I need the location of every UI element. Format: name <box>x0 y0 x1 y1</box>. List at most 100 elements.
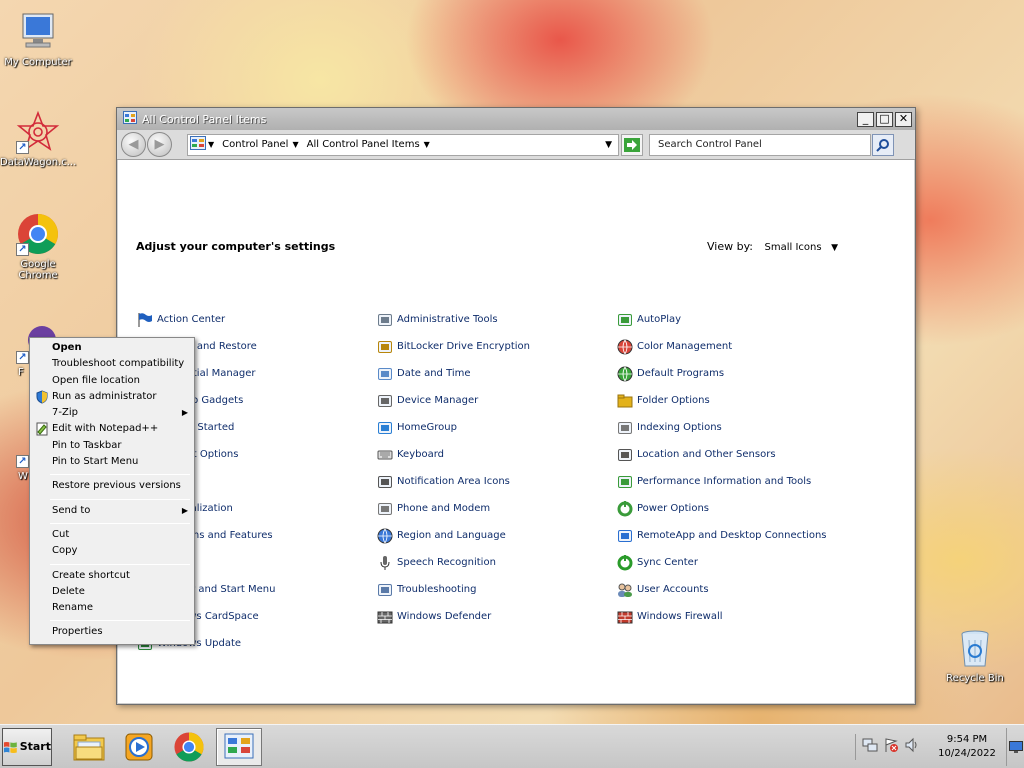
action-center-icon[interactable] <box>883 737 899 756</box>
arrow-right-icon: ▶ <box>154 137 165 152</box>
cp-item-flag[interactable]: Action Center <box>137 306 275 333</box>
cp-item-indexing[interactable]: Indexing Options <box>617 414 827 441</box>
view-by-value[interactable]: Small Icons <box>765 242 822 253</box>
menu-separator <box>50 474 190 476</box>
menu-item-rename[interactable]: Rename <box>32 600 192 616</box>
desktop-icon-recycle-bin[interactable]: Recycle Bin <box>937 626 1013 684</box>
search-button[interactable] <box>872 133 894 156</box>
volume-icon[interactable] <box>904 737 920 756</box>
cp-item-label: Folder Options <box>637 395 710 406</box>
menu-separator <box>50 498 190 500</box>
cp-item-admin-tools[interactable]: Administrative Tools <box>377 306 530 333</box>
breadcrumb-arrow-icon[interactable]: ▼ <box>292 140 298 149</box>
shortcut-arrow-icon: ↗ <box>16 351 29 364</box>
back-button[interactable]: ◀ <box>121 132 146 157</box>
menu-item-label: Open <box>52 342 82 353</box>
menu-item-delete[interactable]: Delete <box>32 584 192 600</box>
search-input[interactable] <box>649 133 871 156</box>
show-desktop-button[interactable] <box>1006 727 1024 766</box>
minimize-button[interactable]: _ <box>857 111 874 127</box>
menu-item-pin-to-start-menu[interactable]: Pin to Start Menu <box>32 454 192 470</box>
breadcrumb-arrow-icon[interactable]: ▼ <box>424 140 430 149</box>
cp-item-device-manager[interactable]: Device Manager <box>377 387 530 414</box>
notepad-icon <box>35 422 49 436</box>
cp-item-label: Sync Center <box>637 557 698 568</box>
menu-item-create-shortcut[interactable]: Create shortcut <box>32 568 192 584</box>
cp-item-microphone[interactable]: Speech Recognition <box>377 549 530 576</box>
menu-item-send-to[interactable]: Send to ▶ <box>32 503 192 519</box>
menu-item-restore-previous-versions[interactable]: Restore previous versions <box>32 478 192 494</box>
cp-item-keyboard[interactable]: Keyboard <box>377 441 530 468</box>
clock[interactable]: 9:54 PM 10/24/2022 <box>928 733 1006 761</box>
cp-item-label: Device Manager <box>397 395 479 406</box>
cp-item-label: Phone and Modem <box>397 503 491 514</box>
taskbar-media-player[interactable] <box>116 728 162 766</box>
taskbar-chrome[interactable] <box>166 728 212 766</box>
breadcrumb-all-items[interactable]: All Control Panel Items <box>307 139 420 150</box>
menu-item-label: Open file location <box>52 374 140 386</box>
cp-item-remoteapp[interactable]: RemoteApp and Desktop Connections <box>617 522 827 549</box>
menu-item-pin-to-taskbar[interactable]: Pin to Taskbar <box>32 438 192 454</box>
cp-item-firewall[interactable]: Windows Firewall <box>617 603 827 630</box>
media-player-icon <box>125 733 153 760</box>
cp-item-color[interactable]: Color Management <box>617 333 827 360</box>
cp-item-default-programs[interactable]: Default Programs <box>617 360 827 387</box>
cp-item-power[interactable]: Power Options <box>617 495 827 522</box>
keyboard-icon <box>377 447 393 463</box>
start-button[interactable]: Start <box>2 727 52 766</box>
view-by-control[interactable]: View by: Small Icons ▼ <box>707 240 838 253</box>
cp-item-label: Speech Recognition <box>397 557 496 568</box>
window-titlebar[interactable]: All Control Panel Items _ □ ✕ <box>117 108 915 130</box>
cp-item-autoplay[interactable]: AutoPlay <box>617 306 827 333</box>
menu-item-label: Copy <box>52 545 78 557</box>
menu-separator <box>50 563 190 565</box>
maximize-button[interactable]: □ <box>876 111 893 127</box>
menu-item-properties[interactable]: Properties <box>32 624 192 640</box>
cp-item-folder[interactable]: Folder Options <box>617 387 827 414</box>
menu-item-edit-with-notepad[interactable]: Edit with Notepad++ <box>32 421 192 437</box>
menu-item-label: Run as administrator <box>52 390 157 402</box>
cp-item-notification[interactable]: Notification Area Icons <box>377 468 530 495</box>
cp-item-homegroup[interactable]: HomeGroup <box>377 414 530 441</box>
taskbar-control-panel[interactable] <box>216 727 262 766</box>
cp-item-defender[interactable]: Windows Defender <box>377 603 530 630</box>
search-icon <box>876 138 889 152</box>
cp-item-phone[interactable]: Phone and Modem <box>377 495 530 522</box>
chevron-down-icon[interactable]: ▼ <box>831 243 838 253</box>
cp-item-users[interactable]: User Accounts <box>617 576 827 603</box>
desktop-icon-datawagon[interactable]: ↗ DataWagon.c... <box>0 110 76 168</box>
menu-item-label: Delete <box>52 585 85 597</box>
cp-item-clock[interactable]: Date and Time <box>377 360 530 387</box>
desktop-icon-label: DataWagon.c... <box>0 157 77 168</box>
cp-item-globe[interactable]: Region and Language <box>377 522 530 549</box>
menu-item-cut[interactable]: Cut <box>32 527 192 543</box>
breadcrumb-control-panel[interactable]: Control Panel <box>222 139 288 150</box>
network-icon[interactable] <box>862 737 878 756</box>
forward-button[interactable]: ▶ <box>147 132 172 157</box>
address-dropdown-icon[interactable]: ▼ <box>599 140 618 150</box>
cp-item-location[interactable]: Location and Other Sensors <box>617 441 827 468</box>
control-panel-icon <box>123 111 137 127</box>
close-button[interactable]: ✕ <box>895 111 912 127</box>
breadcrumb-arrow-icon[interactable]: ▼ <box>208 140 214 149</box>
desktop-icon-my-computer[interactable]: My Computer <box>0 10 76 68</box>
cp-item-bitlocker[interactable]: BitLocker Drive Encryption <box>377 333 530 360</box>
desktop-icon-google-chrome[interactable]: ↗ Google Chrome <box>0 212 76 281</box>
taskbar-explorer[interactable] <box>66 728 112 766</box>
address-bar[interactable]: ▼ Control Panel ▼ All Control Panel Item… <box>187 133 619 156</box>
menu-item-7-zip[interactable]: 7-Zip ▶ <box>32 405 192 421</box>
cp-item-label: Date and Time <box>397 368 471 379</box>
menu-item-run-as-administrator[interactable]: Run as administrator <box>32 389 192 405</box>
shield-icon <box>35 390 49 404</box>
refresh-button[interactable] <box>621 133 643 156</box>
menu-item-copy[interactable]: Copy <box>32 543 192 559</box>
menu-item-troubleshoot-compatibility[interactable]: Troubleshoot compatibility <box>32 356 192 372</box>
cp-item-performance[interactable]: Performance Information and Tools <box>617 468 827 495</box>
menu-item-label: Properties <box>52 626 103 638</box>
menu-item-open[interactable]: Open <box>32 340 192 356</box>
cp-item-label: Performance Information and Tools <box>637 476 812 487</box>
menu-item-open-file-location[interactable]: Open file location <box>32 373 192 389</box>
default-programs-icon <box>617 366 633 382</box>
cp-item-troubleshoot[interactable]: Troubleshooting <box>377 576 530 603</box>
cp-item-sync[interactable]: Sync Center <box>617 549 827 576</box>
